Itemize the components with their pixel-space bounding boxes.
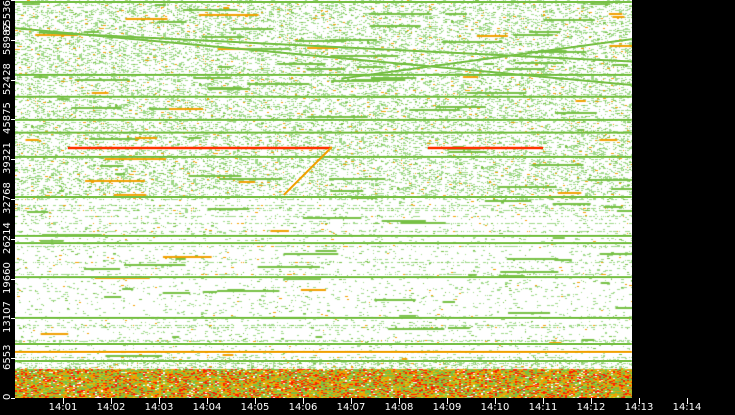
x-tick-label: 14:10 <box>480 402 510 413</box>
x-tick-label: 14:11 <box>528 402 558 413</box>
x-tick-label: 14:06 <box>288 402 318 413</box>
x-tick-label: 14:08 <box>384 402 414 413</box>
y-tick-label: 45875 <box>2 102 13 135</box>
sweep-16 <box>283 146 333 196</box>
x-tick-label: 14:01 <box>48 402 78 413</box>
x-tick-label: 14:03 <box>144 402 174 413</box>
y-tick-label: 26214 <box>2 221 13 254</box>
y-tick-label: 19660 <box>2 261 13 294</box>
x-tick-label: 14:14 <box>672 402 702 413</box>
plot-area <box>15 0 632 398</box>
x-tick-label: 14:02 <box>96 402 126 413</box>
y-tick-label: 6553 <box>2 344 13 370</box>
y-tick-label: 32768 <box>2 182 13 214</box>
y-tick-label: 52428 <box>2 62 13 95</box>
y-tick-label: 13107 <box>2 301 13 334</box>
x-tick-label: 14:04 <box>192 402 222 413</box>
x-tick-label: 14:09 <box>432 402 462 413</box>
y-tick-label: 39321 <box>2 142 13 175</box>
series-layer <box>15 1 632 362</box>
y-tick-label: 65536 <box>2 0 13 32</box>
y-tick-label: 0 <box>2 393 13 401</box>
x-tick-label: 14:13 <box>624 402 654 413</box>
x-tick-label: 14:07 <box>336 402 366 413</box>
x-tick-label: 14:12 <box>576 402 606 413</box>
x-tick-label: 14:05 <box>240 402 270 413</box>
